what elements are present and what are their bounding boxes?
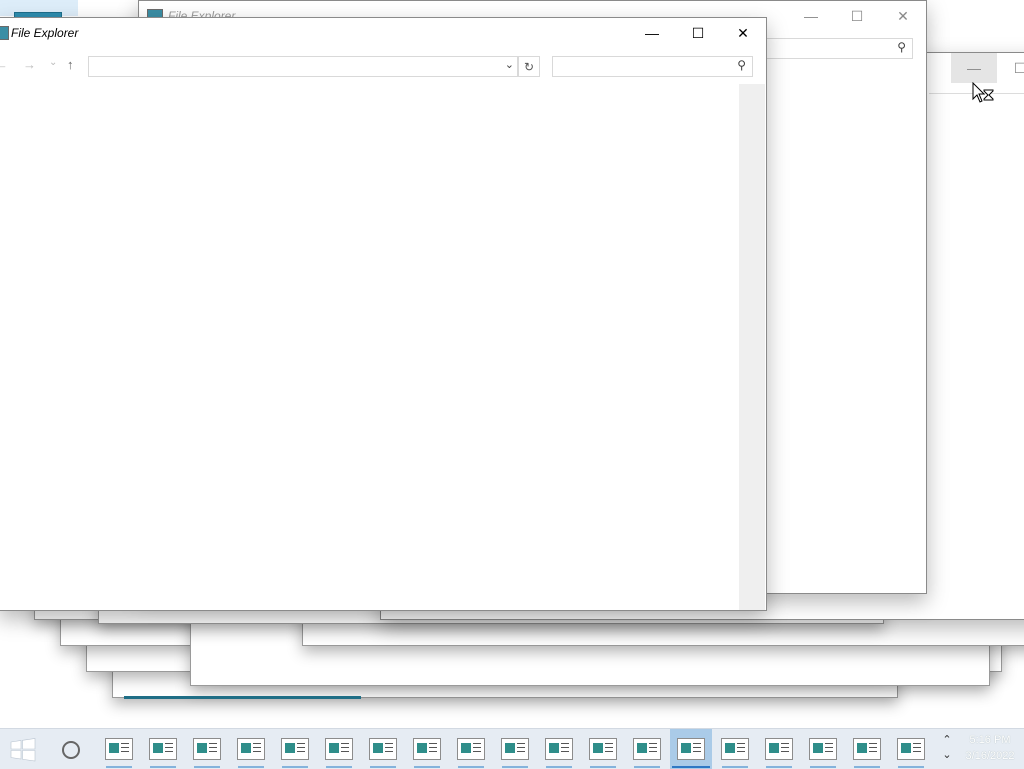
- file-explorer-icon: [633, 738, 661, 760]
- taskbar-item-file-explorer[interactable]: [714, 729, 756, 769]
- file-explorer-icon: [677, 738, 705, 760]
- taskbar-item-file-explorer[interactable]: [98, 729, 140, 769]
- file-explorer-icon: [765, 738, 793, 760]
- minimize-button[interactable]: —: [788, 1, 834, 31]
- close-button[interactable]: ✕: [720, 18, 766, 48]
- taskbar-item-file-explorer[interactable]: [670, 729, 712, 769]
- vertical-scrollbar[interactable]: [739, 84, 765, 610]
- back-arrow-icon[interactable]: ←: [0, 57, 8, 72]
- file-explorer-icon: [589, 738, 617, 760]
- navigation-bar: ← → ⌄ ↑ ⌄ ↻ ⚲: [0, 52, 766, 80]
- taskbar-item-file-explorer[interactable]: [142, 729, 184, 769]
- close-button[interactable]: ✕: [880, 1, 926, 31]
- file-explorer-icon: [413, 738, 441, 760]
- refresh-button[interactable]: ↻: [518, 56, 540, 77]
- file-explorer-icon: [721, 738, 749, 760]
- minimize-button[interactable]: —: [629, 18, 675, 48]
- windows-logo-icon[interactable]: [10, 738, 36, 762]
- taskbar-item-file-explorer[interactable]: [758, 729, 800, 769]
- taskbar-item-file-explorer[interactable]: [318, 729, 360, 769]
- maximize-button[interactable]: ☐: [997, 53, 1024, 83]
- window-title: File Explorer: [11, 26, 79, 40]
- file-explorer-icon: [193, 738, 221, 760]
- chevron-down-icon[interactable]: ⌄: [940, 748, 954, 763]
- taskbar-item-file-explorer[interactable]: [406, 729, 448, 769]
- maximize-button[interactable]: ☐: [834, 1, 880, 31]
- clock-time: 5:16 PM: [969, 734, 1011, 746]
- taskbar-item-file-explorer[interactable]: [582, 729, 624, 769]
- file-explorer-icon: [809, 738, 837, 760]
- minimize-icon: —: [645, 25, 659, 41]
- minimize-icon: —: [804, 8, 818, 24]
- taskbar-item-file-explorer[interactable]: [494, 729, 536, 769]
- front-explorer-window[interactable]: File Explorer — ☐ ✕ ← → ⌄ ↑ ⌄ ↻ ⚲: [0, 17, 767, 611]
- search-icon: ⚲: [897, 40, 906, 54]
- forward-arrow-icon[interactable]: →: [23, 57, 36, 72]
- chevron-up-icon[interactable]: ⌃: [940, 733, 954, 748]
- file-explorer-icon: [501, 738, 529, 760]
- file-explorer-icon: [369, 738, 397, 760]
- minimize-button[interactable]: —: [951, 53, 997, 83]
- taskbar: ⌃ ⌄ 5:16 PM 3/16/2022: [0, 728, 1024, 769]
- folder-icon: [0, 26, 9, 40]
- taskbar-item-file-explorer[interactable]: [450, 729, 492, 769]
- taskbar-item-file-explorer[interactable]: [362, 729, 404, 769]
- file-explorer-icon: [853, 738, 881, 760]
- taskbar-item-file-explorer[interactable]: [890, 729, 932, 769]
- file-explorer-icon: [457, 738, 485, 760]
- stacked-window-accent: [124, 696, 361, 699]
- file-explorer-icon: [281, 738, 309, 760]
- file-explorer-icon: [897, 738, 925, 760]
- taskbar-item-file-explorer[interactable]: [846, 729, 888, 769]
- chevron-down-icon[interactable]: ⌄: [505, 58, 514, 71]
- file-explorer-icon: [545, 738, 573, 760]
- recent-locations-icon[interactable]: ⌄: [49, 57, 57, 68]
- maximize-button[interactable]: ☐: [675, 18, 721, 48]
- title-bar[interactable]: File Explorer — ☐ ✕: [0, 18, 766, 48]
- minimize-icon: —: [967, 60, 981, 76]
- maximize-icon: ☐: [1014, 60, 1024, 77]
- clock-date: 3/16/2022: [965, 750, 1015, 762]
- file-explorer-icon: [237, 738, 265, 760]
- taskbar-item-file-explorer[interactable]: [230, 729, 272, 769]
- file-explorer-icon: [105, 738, 133, 760]
- file-explorer-icon: [149, 738, 177, 760]
- address-bar[interactable]: ⌄: [88, 56, 518, 77]
- maximize-icon: ☐: [850, 7, 864, 24]
- search-box[interactable]: ⚲: [759, 38, 913, 59]
- maximize-icon: ☐: [691, 24, 705, 41]
- refresh-icon: ↻: [523, 59, 535, 74]
- taskbar-item-file-explorer[interactable]: [538, 729, 580, 769]
- search-box[interactable]: ⚲: [552, 56, 753, 77]
- search-icon: ⚲: [737, 58, 746, 72]
- close-icon: ✕: [737, 24, 749, 41]
- taskbar-item-file-explorer[interactable]: [802, 729, 844, 769]
- cortana-circle-icon[interactable]: [62, 741, 80, 759]
- tray-overflow[interactable]: ⌃ ⌄: [940, 733, 954, 767]
- close-icon: ✕: [897, 7, 909, 24]
- taskbar-item-file-explorer[interactable]: [274, 729, 316, 769]
- up-arrow-icon[interactable]: ↑: [67, 57, 74, 72]
- taskbar-item-file-explorer[interactable]: [626, 729, 668, 769]
- taskbar-item-file-explorer[interactable]: [186, 729, 228, 769]
- file-explorer-icon: [325, 738, 353, 760]
- clock[interactable]: 5:16 PM 3/16/2022: [958, 732, 1022, 764]
- desktop: — ☐ File Explorer — ☐ ✕ ⚲ File Explorer …: [0, 0, 1024, 728]
- busy-cursor-icon: [972, 82, 994, 103]
